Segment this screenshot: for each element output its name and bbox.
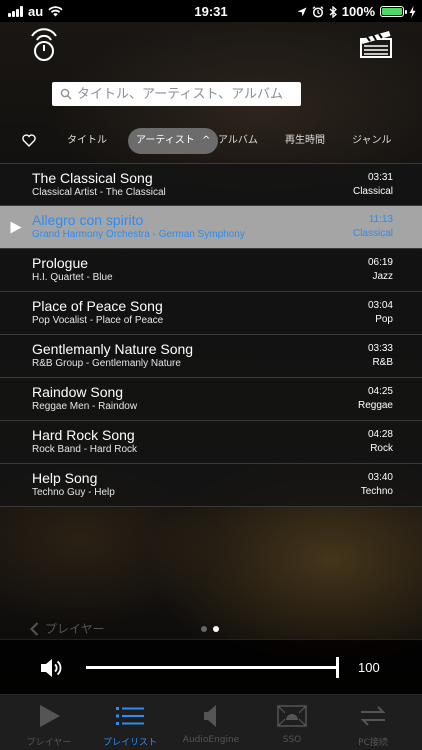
song-duration: 03:40 [367,472,393,483]
tab-player[interactable]: プレイヤー [7,695,91,750]
now-playing-icon [10,221,22,234]
alarm-icon [312,5,324,18]
song-genre: R&B [372,357,393,368]
song-subtitle: Classical Artist - The Classical [32,187,166,198]
back-to-player-label: プレイヤー [45,622,105,636]
song-title: Place of Peace Song [32,298,163,314]
page-indicator[interactable] [201,626,219,632]
song-subtitle: Techno Guy - Help [32,487,115,498]
search-bar[interactable] [52,82,301,106]
sort-tab-title[interactable]: タイトル [67,128,107,154]
remote-power-button[interactable] [24,26,64,64]
video-button[interactable] [358,26,394,64]
song-title: Allegro con spirito [32,212,144,228]
list-icon [116,707,144,725]
volume-value: 100 [358,660,380,675]
location-arrow-icon [297,7,307,16]
song-genre: Rock [370,443,393,454]
sort-ascending-icon: ^ [202,135,211,146]
sort-tab-artist-label: アーティスト [136,135,195,146]
song-subtitle: H.I. Quartet - Blue [32,272,113,283]
bluetooth-icon [329,5,337,18]
song-duration: 11:13 [368,214,393,225]
transfer-arrows-icon [360,706,386,726]
status-right: 100% [297,4,416,19]
song-title: Help Song [32,470,98,486]
song-row[interactable]: Raindow Song Reggae Men - Raindow 04:25 … [0,378,422,421]
song-subtitle: Reggae Men - Raindow [32,401,138,412]
song-duration: 04:25 [367,386,393,397]
tab-label: PC接続 [358,738,388,748]
tab-label: SSO [282,735,302,745]
sort-tab-album[interactable]: アルバム [218,128,258,154]
volume-slider-handle[interactable] [336,657,339,678]
song-genre: Jazz [372,271,393,282]
sso-icon [277,705,307,727]
tab-playlist[interactable]: プレイリスト [88,695,172,750]
battery-fill [382,8,402,15]
song-subtitle: R&B Group - Gentlemanly Nature [32,358,181,369]
tab-audioengine[interactable]: AudioEngine [169,695,253,750]
song-title: Prologue [32,255,89,271]
song-duration: 03:31 [367,172,393,183]
tab-label: プレイリスト [102,738,157,748]
sort-tab-artist[interactable]: アーティスト ^ [128,128,219,154]
song-row[interactable]: Hard Rock Song Rock Band - Hard Rock 04:… [0,421,422,464]
volume-panel: 100 [0,639,422,694]
song-title: The Classical Song [32,170,153,186]
song-subtitle: Pop Vocalist - Place of Peace [32,315,164,326]
song-duration: 06:19 [367,257,393,268]
song-title: Raindow Song [32,384,124,400]
song-row[interactable]: Gentlemanly Nature Song R&B Group - Gent… [0,335,422,378]
page-dot [201,626,207,632]
song-duration: 03:33 [367,343,393,354]
song-row[interactable]: Place of Peace Song Pop Vocalist - Place… [0,292,422,335]
song-subtitle: Rock Band - Hard Rock [32,444,138,455]
charging-bolt-icon [409,5,416,18]
status-bar: au 19:31 100% [0,0,422,22]
song-genre: Reggae [357,400,393,411]
song-genre: Classical [352,186,393,197]
tab-sso[interactable]: SSO [250,695,334,750]
song-genre: Techno [360,486,393,497]
sort-tab-duration[interactable]: 再生時間 [285,128,325,154]
power-remote-icon [31,28,57,61]
speaker-icon [204,705,216,727]
song-row[interactable]: The Classical Song Classical Artist - Th… [0,163,422,206]
heart-icon[interactable] [22,134,36,147]
song-duration: 04:28 [367,429,393,440]
song-title: Hard Rock Song [32,427,135,443]
clapperboard-icon [360,31,392,58]
song-genre: Pop [375,314,393,325]
tab-pc-connect[interactable]: PC接続 [331,695,415,750]
back-to-player-link[interactable]: プレイヤー [30,620,105,637]
search-input[interactable] [77,83,297,105]
song-subtitle: Grand Harmony Orchestra - German Symphon… [32,229,245,240]
song-row[interactable]: Prologue H.I. Quartet - Blue 06:19 Jazz [0,249,422,292]
sort-tabs: タイトル アーティスト ^ アルバム 再生時間 ジャンル [0,128,422,154]
song-row[interactable]: Help Song Techno Guy - Help 03:40 Techno [0,464,422,507]
volume-slider[interactable] [86,657,339,678]
battery-icon [380,6,407,17]
page-dot-current [213,626,219,632]
battery-percent: 100% [341,4,375,19]
volume-speaker-icon[interactable] [40,657,64,679]
sort-tab-genre[interactable]: ジャンル [352,128,392,154]
song-title: Gentlemanly Nature Song [32,341,194,357]
play-icon [40,705,60,727]
tab-bar: プレイヤー プレイリスト AudioEngine SSO PC接続 [0,694,422,750]
song-row-selected[interactable]: Allegro con spirito Grand Harmony Orches… [0,206,422,249]
volume-slider-fill [86,666,338,669]
chevron-left-icon [30,621,39,636]
song-list: The Classical Song Classical Artist - Th… [0,163,422,507]
song-duration: 03:04 [367,300,393,311]
search-icon [60,88,72,100]
tab-label: プレイヤー [26,738,72,748]
tab-label: AudioEngine [182,735,240,745]
song-genre: Classical [352,228,393,239]
